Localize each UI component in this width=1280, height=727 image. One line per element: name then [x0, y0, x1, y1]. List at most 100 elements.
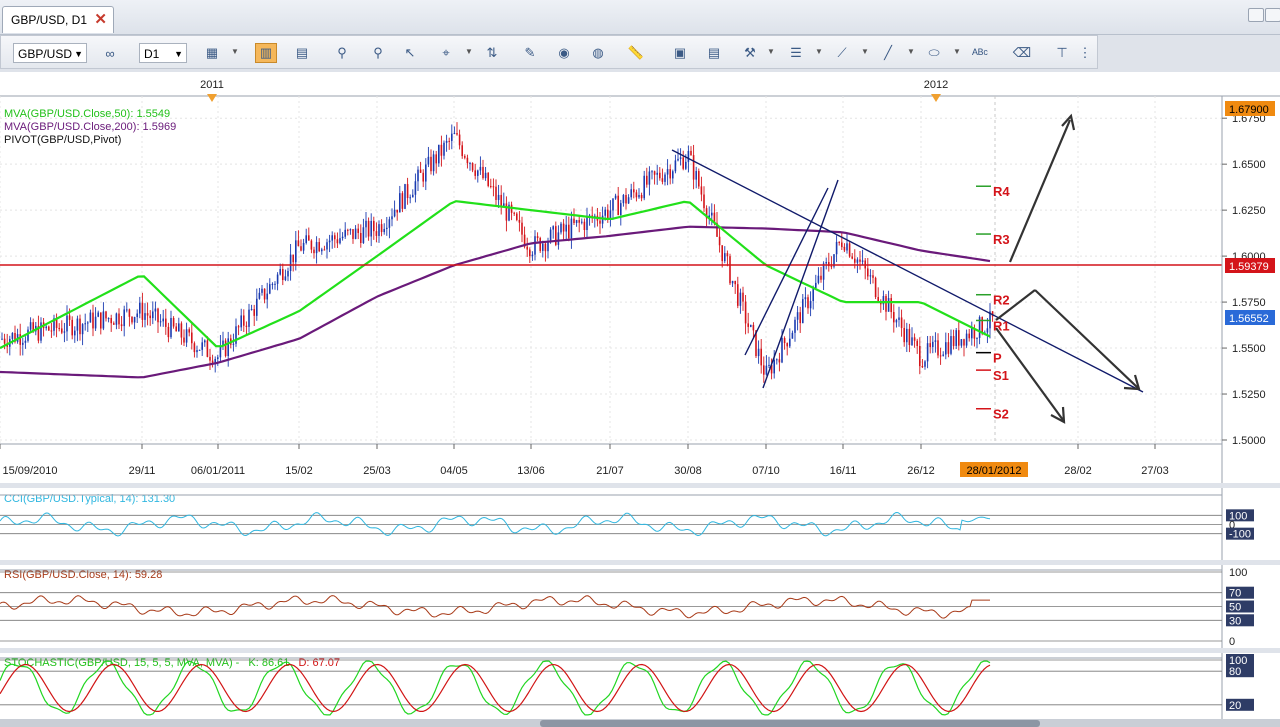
globe-icon[interactable]: ◍: [587, 43, 609, 63]
candle-body: [724, 253, 726, 262]
symbol-select[interactable]: GBP/USD ▼: [13, 43, 87, 63]
crosshair-icon[interactable]: ⌖: [435, 43, 457, 63]
candle-body: [934, 340, 937, 342]
ellipse-icon[interactable]: ⬭: [923, 43, 945, 63]
pivot-label-r1: R1: [993, 318, 1010, 333]
draw-icon[interactable]: ✎: [519, 43, 541, 63]
bar-view-icon[interactable]: ▤: [291, 43, 313, 63]
scrollbar-thumb[interactable]: [540, 720, 1040, 727]
candle-body: [674, 160, 677, 172]
candle-body: [898, 317, 900, 320]
candle-body: [887, 298, 890, 312]
image-icon[interactable]: ▣: [669, 43, 691, 63]
candle-body: [666, 169, 669, 175]
candle-body: [297, 240, 300, 247]
chart-tab[interactable]: GBP/USD, D1 ✕: [2, 6, 114, 33]
period-select[interactable]: D1 ▼: [139, 43, 187, 63]
mva50-legend: MVA(GBP/USD.Close,50): 1.5549: [4, 108, 170, 120]
chevron-down-icon[interactable]: ▼: [74, 44, 83, 64]
date-tick-label: 21/07: [596, 465, 624, 477]
candle-body: [321, 249, 323, 252]
candle-body: [94, 316, 97, 329]
candle-body: [427, 156, 430, 165]
close-icon[interactable]: ✕: [94, 7, 107, 33]
eye-icon[interactable]: ◉: [553, 43, 575, 63]
candle-body: [373, 220, 375, 232]
template-icon[interactable]: ▤: [703, 43, 725, 63]
candle-view-icon[interactable]: ▥: [255, 43, 277, 63]
candle-body: [370, 220, 372, 237]
candle-body: [146, 313, 149, 316]
candle-body: [700, 186, 703, 195]
chevron-down-icon[interactable]: ▼: [767, 47, 775, 56]
candle-body: [497, 194, 500, 200]
zoom-out-icon[interactable]: ⚲: [367, 43, 389, 63]
fibonacci-icon[interactable]: ⟋: [831, 43, 853, 63]
candle-body: [557, 232, 560, 245]
candle-body: [404, 184, 406, 209]
candle-body: [703, 194, 705, 209]
candle-body: [300, 246, 302, 251]
chevron-down-icon[interactable]: ▼: [815, 47, 823, 56]
pane-separator[interactable]: [0, 483, 1280, 488]
candle-body: [656, 172, 658, 175]
candle-body: [721, 245, 723, 262]
candle-body: [388, 219, 391, 228]
line-tool-icon[interactable]: ╱: [877, 43, 899, 63]
zoom-in-icon[interactable]: ⚲: [331, 43, 353, 63]
candle-body: [765, 365, 768, 375]
price-badge-line-text: 1.59379: [1229, 261, 1269, 273]
candle-body: [487, 172, 489, 186]
candle-body: [100, 312, 102, 329]
overflow-icon[interactable]: ⋮: [1079, 43, 1092, 63]
candle-body: [362, 227, 365, 244]
pane-separator[interactable]: [0, 648, 1280, 653]
candle-body: [622, 195, 625, 204]
ruler-icon[interactable]: 📏: [625, 43, 647, 63]
candle-body: [375, 231, 378, 236]
year-label-2012: 2012: [924, 79, 948, 91]
candle-body: [367, 220, 370, 237]
pivot-label-s2: S2: [993, 407, 1009, 422]
candle-body: [947, 342, 950, 354]
candle-body: [495, 186, 497, 200]
tools-icon[interactable]: ⚒: [739, 43, 761, 63]
chart-area[interactable]: 2011 2012 R4 R3 R2 R1 P S1 S2 MVA(GBP/USD.Clos…: [0, 72, 1280, 727]
candle-body: [237, 326, 240, 328]
compare-symbol-icon[interactable]: ∞: [99, 43, 121, 63]
minimize-icon[interactable]: [1265, 8, 1280, 22]
chevron-down-icon[interactable]: ▼: [174, 44, 183, 64]
oscillator-tick-label: 20: [1229, 700, 1241, 712]
hierarchy-icon[interactable]: ⊤: [1051, 43, 1073, 63]
candle-body: [895, 319, 898, 323]
candle-body: [334, 235, 336, 240]
candle-body: [152, 311, 154, 319]
candle-body: [604, 209, 606, 216]
oscillator-tick-label: 50: [1229, 602, 1241, 614]
chevron-down-icon[interactable]: ▼: [953, 47, 961, 56]
text-tool-icon[interactable]: ᴬᴮᶜ: [969, 43, 991, 63]
restore-icon[interactable]: [1248, 8, 1264, 22]
candle-body: [357, 228, 359, 234]
candle-body: [815, 282, 817, 289]
candle-body: [612, 198, 614, 211]
candle-body: [482, 166, 484, 179]
candle-body: [451, 133, 453, 141]
cursor-icon[interactable]: ↖: [399, 43, 421, 63]
chevron-down-icon[interactable]: ▼: [465, 47, 473, 56]
date-tick-label: 15/02: [285, 465, 313, 477]
candle-body: [477, 170, 479, 176]
candle-body: [776, 359, 778, 361]
scale-icon[interactable]: ⇅: [481, 43, 503, 63]
chevron-down-icon[interactable]: ▼: [861, 47, 869, 56]
candle-body: [929, 343, 931, 348]
chevron-down-icon[interactable]: ▼: [231, 47, 239, 56]
chevron-down-icon[interactable]: ▼: [907, 47, 915, 56]
pane-separator[interactable]: [0, 560, 1280, 565]
candle-body: [79, 318, 81, 335]
eraser-icon[interactable]: ⌫: [1011, 43, 1033, 63]
candle-body: [292, 254, 294, 263]
lines-icon[interactable]: ☰: [785, 43, 807, 63]
chart-type-icon[interactable]: ▦: [201, 43, 223, 63]
candle-body: [921, 366, 924, 368]
